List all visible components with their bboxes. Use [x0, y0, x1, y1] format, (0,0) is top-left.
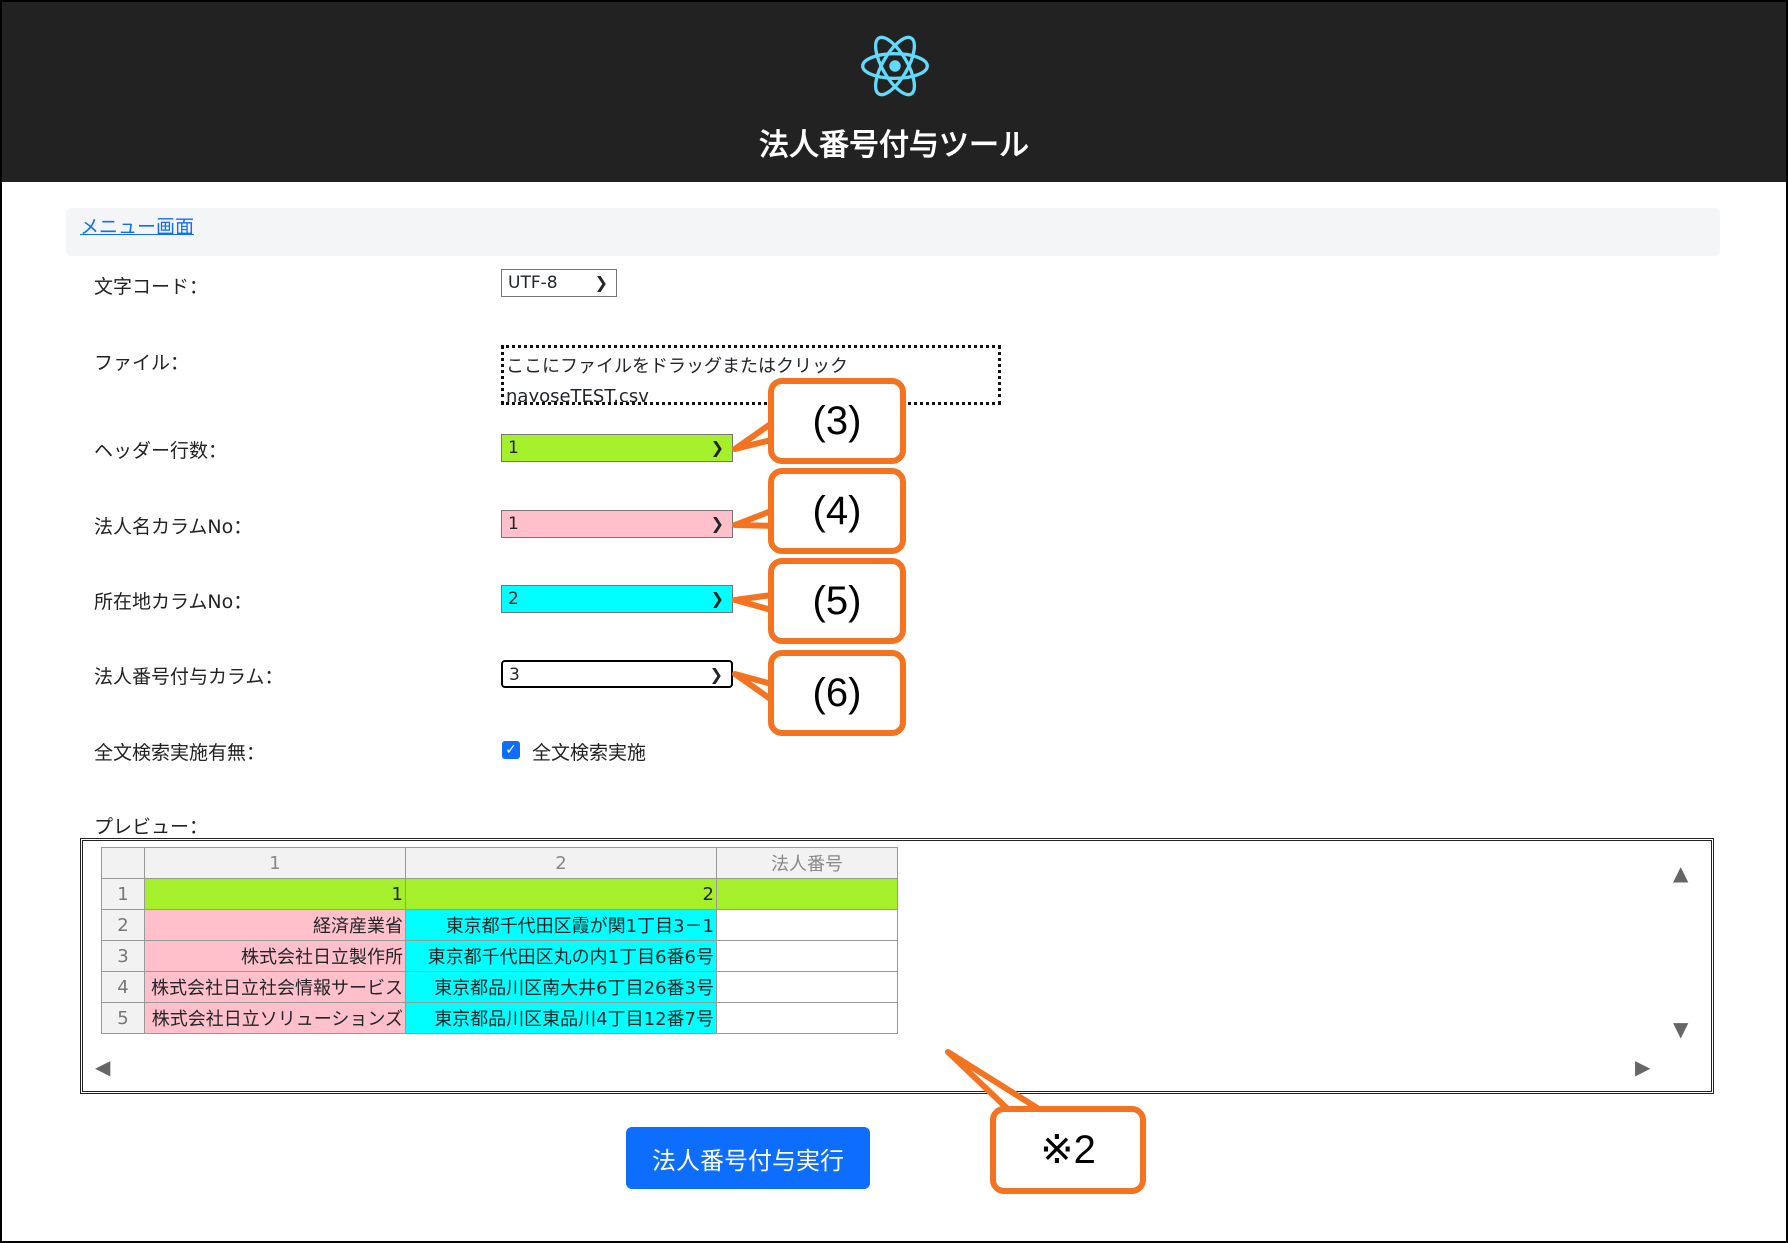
callout-5: (5) [768, 558, 906, 644]
callout-3: (3) [768, 378, 906, 464]
callout-4: (4) [768, 468, 906, 554]
callout-6: (6) [768, 650, 906, 736]
callout-note-2: ※2 [990, 1106, 1146, 1194]
